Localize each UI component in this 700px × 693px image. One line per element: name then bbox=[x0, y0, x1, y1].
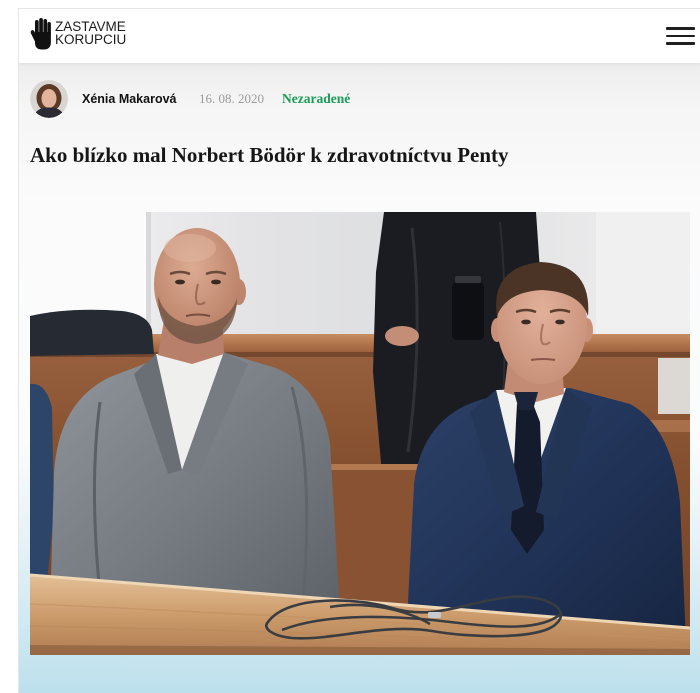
hamburger-menu-icon bbox=[666, 27, 695, 45]
author-name[interactable]: Xénia Makarová bbox=[82, 91, 177, 107]
hamburger-line bbox=[666, 27, 695, 30]
mouth bbox=[530, 358, 556, 361]
logo-text: ZASTAVME KORUPCIU bbox=[55, 18, 127, 47]
eye bbox=[175, 279, 185, 285]
holster-strap bbox=[455, 276, 481, 283]
right-wall-patch bbox=[658, 358, 690, 414]
logo-line-1: ZASTAVME bbox=[55, 18, 126, 34]
hamburger-menu-button[interactable] bbox=[665, 24, 696, 46]
right-window bbox=[596, 212, 690, 340]
category-link[interactable]: Nezaradené bbox=[282, 91, 350, 107]
site-header: ZASTAVME KORUPCIU bbox=[19, 9, 700, 63]
holster bbox=[452, 282, 484, 340]
publish-date: 16. 08. 2020 bbox=[199, 91, 264, 106]
page-card: ZASTAVME KORUPCIU Xénia Makarová 16. 08.… bbox=[18, 8, 700, 693]
hamburger-line bbox=[666, 34, 695, 38]
head-highlight bbox=[164, 234, 216, 262]
officer-hand bbox=[385, 326, 419, 346]
logo-line-2: KORUPCIU bbox=[55, 31, 127, 47]
cable-plug bbox=[428, 612, 441, 618]
hamburger-line bbox=[666, 42, 695, 45]
article-image bbox=[30, 212, 690, 655]
hand-stop-icon bbox=[30, 17, 51, 50]
article-content: Xénia Makarová 16. 08. 2020 Nezaradené A… bbox=[19, 63, 700, 693]
eye bbox=[521, 319, 531, 325]
bright-window bbox=[30, 212, 148, 324]
author-avatar[interactable] bbox=[30, 80, 68, 118]
site-logo[interactable]: ZASTAVME KORUPCIU bbox=[30, 17, 140, 51]
dark-coat bbox=[30, 309, 154, 356]
hand-palm bbox=[35, 32, 51, 50]
courtroom-photo bbox=[30, 212, 690, 655]
avatar-face bbox=[41, 89, 57, 108]
window-edge bbox=[146, 212, 151, 324]
eye bbox=[555, 319, 565, 325]
author-avatar-photo bbox=[30, 80, 68, 118]
article-title: Ako blízko mal Norbert Bödör k zdravotní… bbox=[30, 143, 509, 167]
eye bbox=[211, 279, 221, 285]
hand-stop-icon-graphic bbox=[30, 18, 51, 50]
